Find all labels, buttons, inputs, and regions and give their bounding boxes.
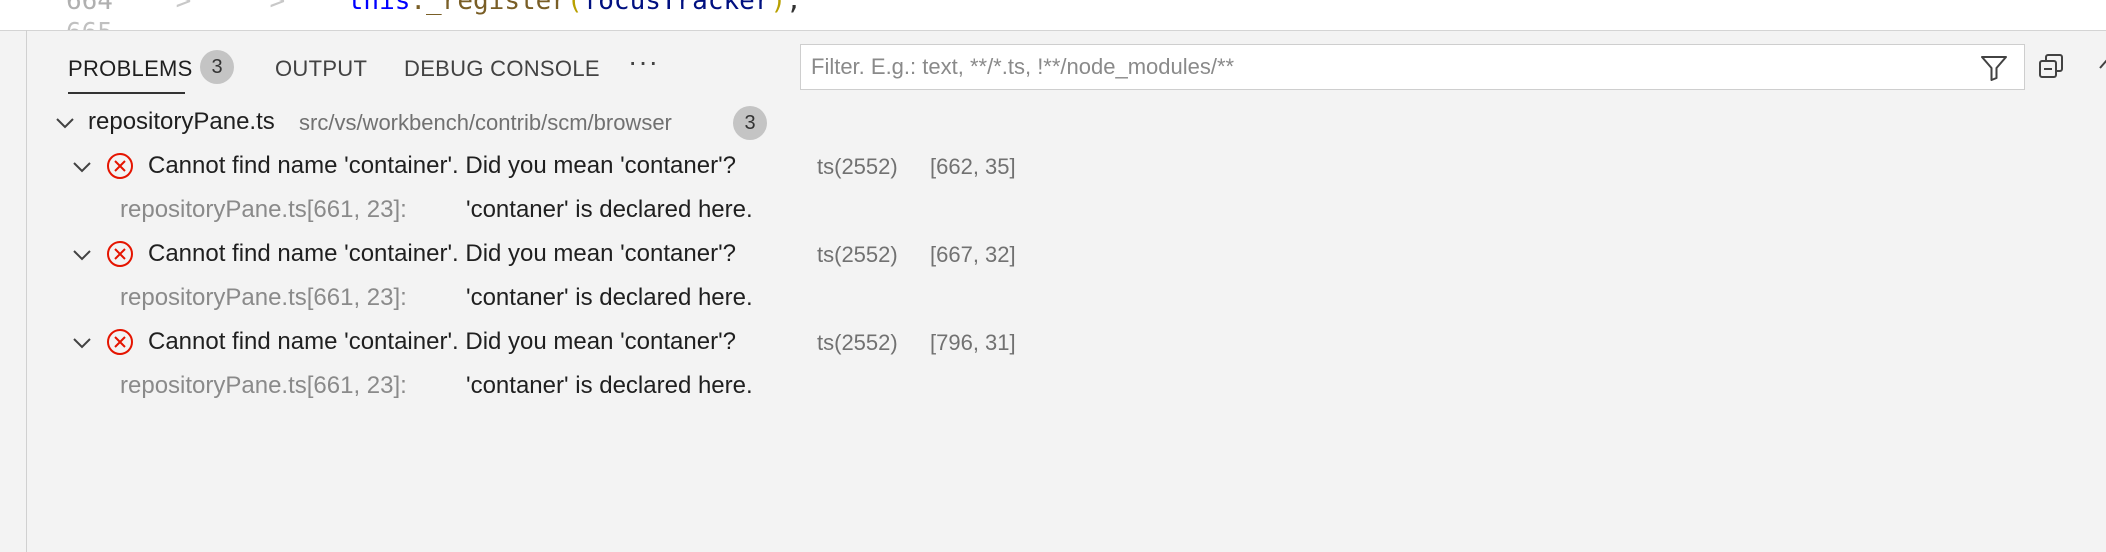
chevron-down-icon[interactable] [71, 332, 93, 354]
file-row[interactable]: repositoryPane.ts src/vs/workbench/contr… [27, 100, 2106, 144]
error-icon [107, 329, 133, 355]
problem-row[interactable]: Cannot find name 'container'. Did you me… [27, 320, 2106, 364]
filter-input[interactable] [801, 45, 1951, 89]
chevron-down-icon[interactable] [54, 112, 76, 134]
chevron-down-icon[interactable] [71, 156, 93, 178]
problem-code: ts(2552) [817, 330, 898, 355]
problem-row[interactable]: Cannot find name 'container'. Did you me… [27, 232, 2106, 276]
tab-output[interactable]: OUTPUT [275, 56, 367, 82]
related-message: 'contaner' is declared here. [466, 284, 753, 311]
collapse-all-icon[interactable] [2037, 52, 2065, 80]
related-message: 'contaner' is declared here. [466, 372, 753, 399]
problem-position: [662, 35] [930, 154, 1016, 179]
related-location: repositoryPane.ts[661, 23]: [120, 196, 407, 223]
filter-icon[interactable] [1980, 55, 2008, 81]
error-icon [107, 241, 133, 267]
code-paren-close: ) [770, 0, 787, 16]
problem-position: [667, 32] [930, 242, 1016, 267]
line-number: 664 [66, 0, 113, 16]
code-keyword: this [347, 0, 411, 16]
related-location: repositoryPane.ts[661, 23]: [120, 284, 407, 311]
related-info-row[interactable]: repositoryPane.ts[661, 23]: 'contaner' i… [27, 188, 2106, 232]
tab-problems[interactable]: PROBLEMS [68, 56, 193, 82]
problem-code: ts(2552) [817, 242, 898, 267]
related-message: 'contaner' is declared here. [466, 196, 753, 223]
problem-message: Cannot find name 'container'. Did you me… [148, 240, 737, 267]
problem-row[interactable]: Cannot find name 'container'. Did you me… [27, 144, 2106, 188]
problem-code: ts(2552) [817, 154, 898, 179]
chevron-up-icon[interactable] [2097, 54, 2106, 74]
problem-message: Cannot find name 'container'. Did you me… [148, 152, 737, 179]
filter-box [800, 44, 2025, 90]
panel-header: PROBLEMS 3 OUTPUT DEBUG CONSOLE ··· [27, 30, 2106, 100]
file-problem-count-badge: 3 [733, 106, 767, 140]
file-name: repositoryPane.ts [88, 108, 275, 135]
related-location: repositoryPane.ts[661, 23]: [120, 372, 407, 399]
editor-area: 664 > > this._register(focusTracker); 66… [0, 0, 2106, 31]
problem-message: Cannot find name 'container'. Did you me… [148, 328, 737, 355]
chevron-down-icon[interactable] [71, 244, 93, 266]
tab-debug-console[interactable]: DEBUG CONSOLE [404, 56, 600, 82]
code-paren-open: ( [566, 0, 583, 16]
code-argument: focusTracker [582, 0, 771, 16]
problems-count-badge: 3 [200, 50, 234, 84]
related-info-row[interactable]: repositoryPane.ts[661, 23]: 'contaner' i… [27, 364, 2106, 408]
related-info-row[interactable]: repositoryPane.ts[661, 23]: 'contaner' i… [27, 276, 2106, 320]
file-path: src/vs/workbench/contrib/scm/browser [299, 110, 672, 135]
active-tab-indicator [68, 92, 185, 94]
code-function: ._register [410, 0, 567, 16]
problem-position: [796, 31] [930, 330, 1016, 355]
code-line: 664 > > this._register(focusTracker); [66, 0, 802, 16]
code-semicolon: ; [786, 0, 802, 16]
error-icon [107, 153, 133, 179]
more-actions-button[interactable]: ··· [628, 46, 659, 78]
